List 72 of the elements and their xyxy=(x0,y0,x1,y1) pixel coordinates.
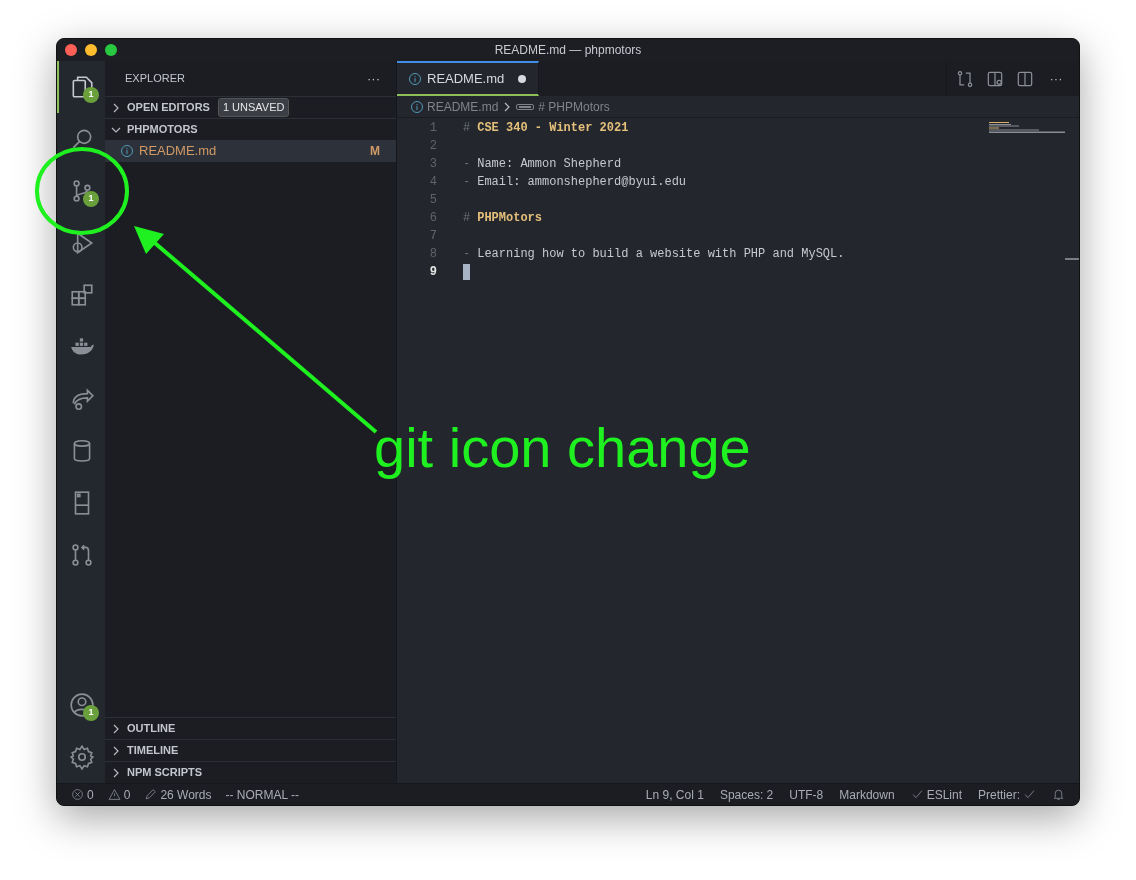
status-item[interactable]: 0 xyxy=(87,785,94,804)
line-number: 8 xyxy=(428,246,437,263)
line-number: 7 xyxy=(428,228,437,245)
breadcrumb-item[interactable]: README.md xyxy=(427,97,499,116)
markdown-marker: # xyxy=(463,120,471,137)
code-text: CSE 340 - Winter 2021 xyxy=(477,120,629,137)
line-number: 5 xyxy=(428,192,437,209)
file-name: README.md xyxy=(139,142,218,161)
status-item[interactable]: 0 xyxy=(123,785,131,804)
breadcrumb-item[interactable]: # PHPMotors xyxy=(538,97,610,116)
warning-icon xyxy=(107,788,121,801)
unsaved-badge: 1 UNSAVED xyxy=(217,98,290,117)
status-item[interactable]: Prettier: xyxy=(978,785,1020,804)
section-title: OUTLINE xyxy=(127,721,176,737)
minimize-window-button[interactable] xyxy=(85,44,97,56)
text-cursor xyxy=(463,264,470,280)
symbol-icon xyxy=(516,103,535,110)
section-header[interactable]: OUTLINE xyxy=(105,717,396,739)
status-item[interactable]: Ln 9, Col 1 xyxy=(645,785,704,804)
section-title: TIMELINE xyxy=(127,743,179,759)
status-item[interactable]: 26 Words xyxy=(160,785,212,804)
chevron-right-icon xyxy=(111,102,121,113)
bell-icon xyxy=(1052,788,1065,801)
notification-badge: 1 xyxy=(83,191,99,207)
status-item[interactable]: -- NORMAL -- xyxy=(225,785,300,804)
markdown-marker: - xyxy=(463,156,471,173)
check-icon xyxy=(1023,788,1036,801)
chevron-right-icon xyxy=(111,745,121,756)
pencil-icon xyxy=(144,788,158,801)
line-number: 3 xyxy=(428,156,437,173)
scrollbar-marker xyxy=(1065,258,1079,260)
sidebar-title: EXPLORER xyxy=(125,71,185,87)
git-status-label: M xyxy=(370,143,380,160)
status-item[interactable]: UTF-8 xyxy=(789,785,824,804)
code-text: PHPMotors xyxy=(477,210,542,227)
line-number: 9 xyxy=(428,264,437,281)
markdown-marker: - xyxy=(463,246,471,263)
status-item[interactable]: Spaces: 2 xyxy=(719,785,774,804)
close-window-button[interactable] xyxy=(65,44,77,56)
line-number: 1 xyxy=(428,120,437,137)
more-actions-button[interactable]: ··· xyxy=(367,68,380,89)
section-title: PHPMOTORS xyxy=(127,122,198,138)
section-title: NPM SCRIPTS xyxy=(127,765,203,781)
pull-request-icon xyxy=(69,542,95,568)
zoom-window-button[interactable] xyxy=(105,44,117,56)
line-number: 6 xyxy=(428,210,437,227)
notification-badge: 1 xyxy=(83,705,99,721)
file-row[interactable]: README.md M xyxy=(105,140,396,162)
status-item[interactable]: ESLint xyxy=(926,785,962,804)
tab-label: README.md xyxy=(427,69,505,88)
more-actions-button[interactable]: ··· xyxy=(1045,68,1067,89)
chevron-right-icon xyxy=(111,767,121,778)
check-icon xyxy=(910,788,924,801)
markdown-marker: # xyxy=(463,210,471,227)
editor-tab[interactable]: README.md xyxy=(397,61,540,96)
line-number: 2 xyxy=(428,138,437,155)
section-title: OPEN EDITORS xyxy=(127,100,210,116)
chevron-right-icon xyxy=(111,723,121,734)
code-text: Learning how to build a website with PHP and MySQL. xyxy=(477,246,845,263)
notification-badge: 1 xyxy=(83,87,99,103)
window-title: README.md — phpmotors xyxy=(494,42,642,59)
status-item[interactable]: Markdown xyxy=(839,785,895,804)
line-number: 4 xyxy=(428,174,437,191)
markdown-marker: - xyxy=(463,174,471,191)
blocks-icon xyxy=(69,282,95,308)
error-icon xyxy=(71,788,84,801)
section-header[interactable]: OPEN EDITORS 1 UNSAVED xyxy=(105,96,396,118)
code-text: Email: ammonshepherd@byui.edu xyxy=(477,174,687,191)
section-header[interactable]: TIMELINE xyxy=(105,739,396,761)
compare-icon[interactable] xyxy=(955,68,975,89)
code-text: Name: Ammon Shepherd xyxy=(477,156,622,173)
settings-icon xyxy=(69,744,95,770)
